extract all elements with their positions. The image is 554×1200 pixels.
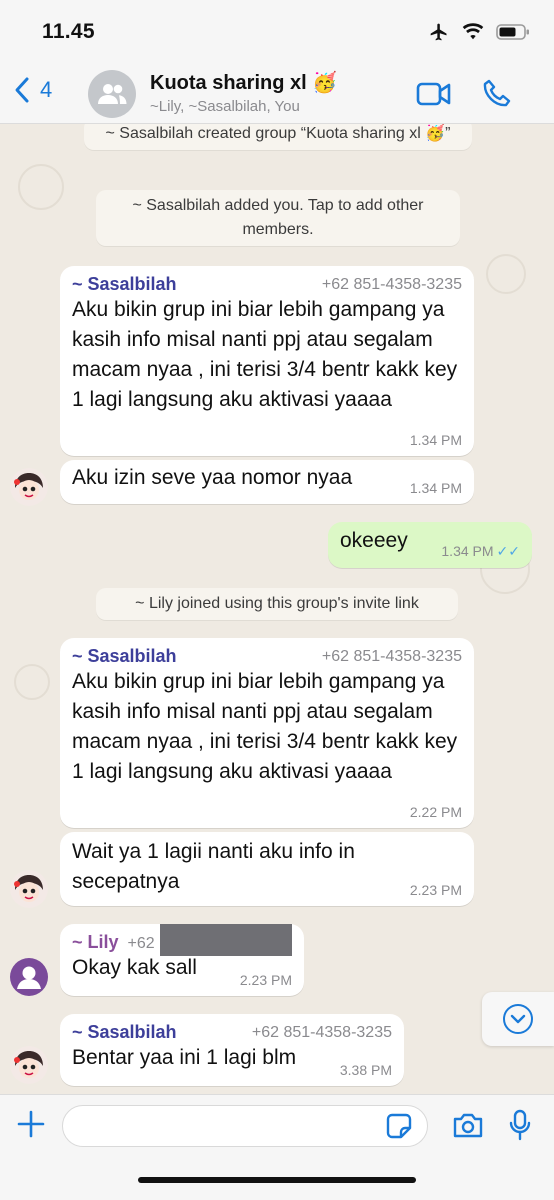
system-text: ~ Lily joined using this group's invite … bbox=[135, 595, 419, 612]
chat-title-text: Kuota sharing xl bbox=[150, 72, 307, 94]
message-text: Aku izin seve yaa nomor nyaa bbox=[72, 466, 353, 489]
message-text: Aku bikin grup ini biar lebih gampang ya… bbox=[72, 298, 458, 411]
message-bubble[interactable]: Wait ya 1 lagii nanti aku info in secepa… bbox=[60, 832, 474, 906]
system-message-added: ~ Sasalbilah added you. Tap to add other… bbox=[96, 190, 460, 246]
message-time: 2.22 PM bbox=[409, 804, 462, 820]
message-sender-name: ~ Lily bbox=[72, 932, 119, 952]
party-emoji: 🥳 bbox=[312, 72, 338, 94]
message-time: 2.23 PM bbox=[409, 882, 462, 898]
sticker-icon bbox=[386, 1113, 412, 1139]
message-time: 1.34 PM bbox=[441, 543, 494, 559]
sender-avatar-lily[interactable] bbox=[10, 958, 48, 996]
wallpaper-doodle bbox=[14, 664, 50, 700]
back-count: 4 bbox=[40, 77, 53, 102]
chat-area[interactable]: ~ Sasalbilah created group “Kuota sharin… bbox=[0, 124, 554, 1094]
system-text: ~ Sasalbilah added you. Tap to add other… bbox=[132, 197, 424, 238]
sender-avatar-sasalbilah[interactable] bbox=[10, 870, 48, 908]
system-message-created: ~ Sasalbilah created group “Kuota sharin… bbox=[84, 124, 472, 150]
camera-button[interactable] bbox=[452, 1111, 484, 1144]
default-user-icon bbox=[17, 966, 41, 989]
voice-record-button[interactable] bbox=[508, 1109, 532, 1146]
message-bubble[interactable]: ~ Sasalbilah +62 851-4358-3235 Aku bikin… bbox=[60, 266, 474, 456]
status-bar: 11.45 bbox=[0, 0, 554, 64]
message-input[interactable] bbox=[62, 1105, 428, 1147]
cartoon-avatar-icon bbox=[10, 1046, 48, 1084]
airplane-icon bbox=[430, 23, 447, 41]
redaction-box bbox=[160, 924, 292, 956]
chevron-down-icon bbox=[503, 1004, 533, 1034]
plus-icon bbox=[17, 1110, 45, 1138]
system-message-joined: ~ Lily joined using this group's invite … bbox=[96, 588, 458, 620]
wallpaper-doodle bbox=[18, 164, 64, 210]
back-chevron-icon bbox=[15, 77, 29, 103]
message-time-wrap: 1.34 PM ✓✓ bbox=[441, 543, 520, 560]
message-time: 1.34 PM bbox=[409, 432, 462, 448]
group-avatar[interactable] bbox=[88, 70, 136, 118]
sender-avatar-sasalbilah[interactable] bbox=[10, 468, 48, 506]
group-icon bbox=[98, 84, 127, 104]
message-text: Wait ya 1 lagii nanti aku info in secepa… bbox=[72, 840, 355, 893]
wifi-icon bbox=[462, 23, 484, 40]
cartoon-avatar-icon bbox=[10, 468, 48, 506]
home-indicator bbox=[138, 1177, 416, 1183]
wallpaper-doodle bbox=[486, 254, 526, 294]
back-button[interactable]: 4 bbox=[14, 76, 52, 104]
sticker-button[interactable] bbox=[386, 1113, 412, 1144]
message-bubble[interactable]: Aku izin seve yaa nomor nyaa 1.34 PM bbox=[60, 460, 474, 504]
chat-members: ~Lily, ~Sasalbilah, You bbox=[150, 98, 300, 115]
system-text: ~ Sasalbilah created group “Kuota sharin… bbox=[105, 125, 451, 142]
sender-avatar-sasalbilah[interactable] bbox=[10, 1046, 48, 1084]
message-phone: +62 851-4358-3235 bbox=[321, 648, 462, 665]
camera-icon bbox=[453, 1113, 483, 1138]
read-ticks-icon: ✓✓ bbox=[496, 543, 520, 559]
message-phone: +62 851-4358-3235 bbox=[251, 1024, 392, 1041]
video-call-icon bbox=[416, 82, 451, 106]
scroll-to-bottom-button[interactable] bbox=[482, 992, 554, 1046]
message-text: Aku bikin grup ini biar lebih gampang ya… bbox=[72, 670, 458, 783]
chat-title: Kuota sharing xl 🥳 bbox=[150, 70, 337, 95]
chat-header: 4 Kuota sharing xl 🥳 ~Lily, ~Sasalbilah,… bbox=[0, 64, 554, 124]
attach-button[interactable] bbox=[16, 1109, 46, 1144]
message-time: 2.23 PM bbox=[239, 972, 292, 988]
mic-icon bbox=[509, 1109, 531, 1141]
status-icons bbox=[428, 22, 530, 42]
message-time: 3.38 PM bbox=[339, 1062, 392, 1078]
chat-title-area[interactable]: Kuota sharing xl 🥳 ~Lily, ~Sasalbilah, Y… bbox=[150, 70, 337, 115]
message-phone: +62 bbox=[127, 935, 155, 952]
cartoon-avatar-icon bbox=[10, 870, 48, 908]
phone-call-icon bbox=[483, 79, 511, 107]
message-bubble-outgoing[interactable]: okeeey 1.34 PM ✓✓ bbox=[328, 522, 532, 568]
video-call-button[interactable] bbox=[416, 80, 452, 113]
message-bubble[interactable]: ~ Sasalbilah +62 851-4358-3235 Bentar ya… bbox=[60, 1014, 404, 1086]
message-time: 1.34 PM bbox=[409, 480, 462, 496]
message-bubble[interactable]: ~ Sasalbilah +62 851-4358-3235 Aku bikin… bbox=[60, 638, 474, 828]
message-phone: +62 851-4358-3235 bbox=[321, 276, 462, 293]
battery-icon bbox=[496, 24, 529, 40]
status-time: 11.45 bbox=[42, 20, 95, 43]
message-input-bar bbox=[0, 1094, 554, 1200]
voice-call-button[interactable] bbox=[482, 78, 512, 113]
